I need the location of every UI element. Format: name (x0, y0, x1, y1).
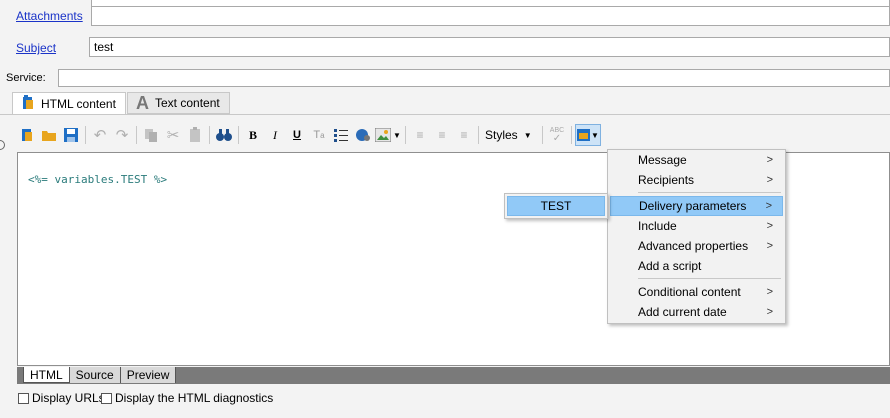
chevron-down-icon: ▼ (523, 130, 532, 140)
chevron-right-icon: > (766, 240, 773, 252)
link-icon[interactable] (352, 124, 374, 146)
list-icon[interactable] (330, 124, 352, 146)
clear-format-icon[interactable]: Ta (308, 124, 330, 146)
copy-icon[interactable] (140, 124, 162, 146)
paste-icon[interactable] (184, 124, 206, 146)
spellcheck-icon[interactable]: ABC ✓ (546, 124, 568, 146)
toolbar-separator (209, 126, 210, 144)
align-center-icon[interactable]: ≡ (431, 124, 453, 146)
tab-bar-line (0, 114, 890, 115)
undo-icon[interactable]: ↶ (89, 124, 111, 146)
chevron-right-icon: > (766, 286, 773, 298)
menu-item-message[interactable]: Message > (610, 150, 783, 170)
insert-field-icon[interactable]: ▼ (575, 124, 601, 146)
tab-html-content-label: HTML content (41, 97, 116, 111)
toolbar-separator (85, 126, 86, 144)
delivery-parameters-submenu: TEST (504, 193, 608, 219)
open-folder-icon[interactable] (38, 124, 60, 146)
checkbox-box[interactable] (101, 392, 112, 404)
insert-field-menu: Message > Recipients > Delivery paramete… (607, 149, 786, 324)
subject-field[interactable]: test (89, 37, 890, 57)
menu-item-label: Recipients (638, 173, 695, 187)
align-right-icon[interactable]: ≡ (453, 124, 475, 146)
toolbar-separator (405, 126, 406, 144)
chevron-right-icon: > (766, 154, 773, 166)
menu-item-recipients[interactable]: Recipients > (610, 170, 783, 190)
menu-item-label: Add current date (638, 305, 727, 319)
tab-text-content-label: Text content (155, 96, 220, 110)
tab-text-content[interactable]: A Text content (127, 92, 230, 114)
menu-item-label: Add a script (638, 259, 702, 273)
styles-label: Styles (485, 128, 518, 142)
editor-toolbar: ↶ ↷ ✂ B I U Ta ▼ ≡ ≡ ≡ Styles ▼ ABC ✓ ▼ (16, 122, 890, 148)
menu-item-label: Include (638, 219, 677, 233)
text-a-icon: A (136, 92, 149, 113)
checkbox-box[interactable] (18, 392, 29, 404)
menu-item-label: Delivery parameters (639, 199, 747, 213)
styles-dropdown[interactable]: Styles ▼ (482, 124, 539, 146)
image-icon[interactable]: ▼ (374, 124, 402, 146)
toolbar-separator (542, 126, 543, 144)
personalize-icon[interactable] (16, 124, 38, 146)
service-field[interactable] (58, 69, 890, 87)
toolbar-separator (136, 126, 137, 144)
menu-item-label: Advanced properties (638, 239, 749, 253)
tab-preview[interactable]: Preview (120, 367, 177, 383)
chevron-right-icon: > (765, 200, 772, 212)
chevron-right-icon: > (766, 220, 773, 232)
html-content-icon (21, 94, 35, 114)
menu-item-delivery-parameters[interactable]: Delivery parameters > (610, 196, 783, 216)
editor-code[interactable]: <%= variables.TEST %> (28, 173, 167, 186)
menu-item-include[interactable]: Include > (610, 216, 783, 236)
display-diagnostics-label: Display the HTML diagnostics (115, 391, 274, 405)
attachments-field[interactable] (91, 6, 890, 26)
menu-item-add-current-date[interactable]: Add current date > (610, 302, 783, 322)
toolbar-separator (478, 126, 479, 144)
menu-item-label: Conditional content (638, 285, 741, 299)
align-left-icon[interactable]: ≡ (409, 124, 431, 146)
menu-item-advanced-properties[interactable]: Advanced properties > (610, 236, 783, 256)
display-diagnostics-checkbox[interactable]: Display the HTML diagnostics (101, 391, 273, 405)
toolbar-separator (238, 126, 239, 144)
attachments-link[interactable]: Attachments (16, 9, 83, 23)
menu-item-label: Message (638, 153, 687, 167)
underline-icon[interactable]: U (286, 124, 308, 146)
subject-link[interactable]: Subject (16, 41, 56, 55)
tab-html[interactable]: HTML (23, 367, 70, 383)
menu-item-conditional-content[interactable]: Conditional content > (610, 282, 783, 302)
bold-icon[interactable]: B (242, 124, 264, 146)
redo-icon[interactable]: ↷ (111, 124, 133, 146)
tab-html-content[interactable]: HTML content (12, 92, 126, 115)
chevron-right-icon: > (766, 174, 773, 186)
display-urls-label: Display URLs (32, 391, 105, 405)
toolbar-separator (571, 126, 572, 144)
splitter-handle[interactable] (0, 140, 5, 150)
save-icon[interactable] (60, 124, 82, 146)
italic-icon[interactable]: I (264, 124, 286, 146)
submenu-item-test[interactable]: TEST (507, 196, 605, 216)
display-urls-checkbox[interactable]: Display URLs (18, 391, 105, 405)
editor-view-tabs: HTML Source Preview (17, 367, 890, 384)
chevron-right-icon: > (766, 306, 773, 318)
menu-item-add-a-script[interactable]: Add a script (610, 256, 783, 276)
cut-icon[interactable]: ✂ (162, 124, 184, 146)
service-label: Service: (6, 72, 46, 84)
menu-separator (638, 278, 781, 279)
find-icon[interactable] (213, 124, 235, 146)
menu-separator (638, 192, 781, 193)
tab-source[interactable]: Source (69, 367, 121, 383)
